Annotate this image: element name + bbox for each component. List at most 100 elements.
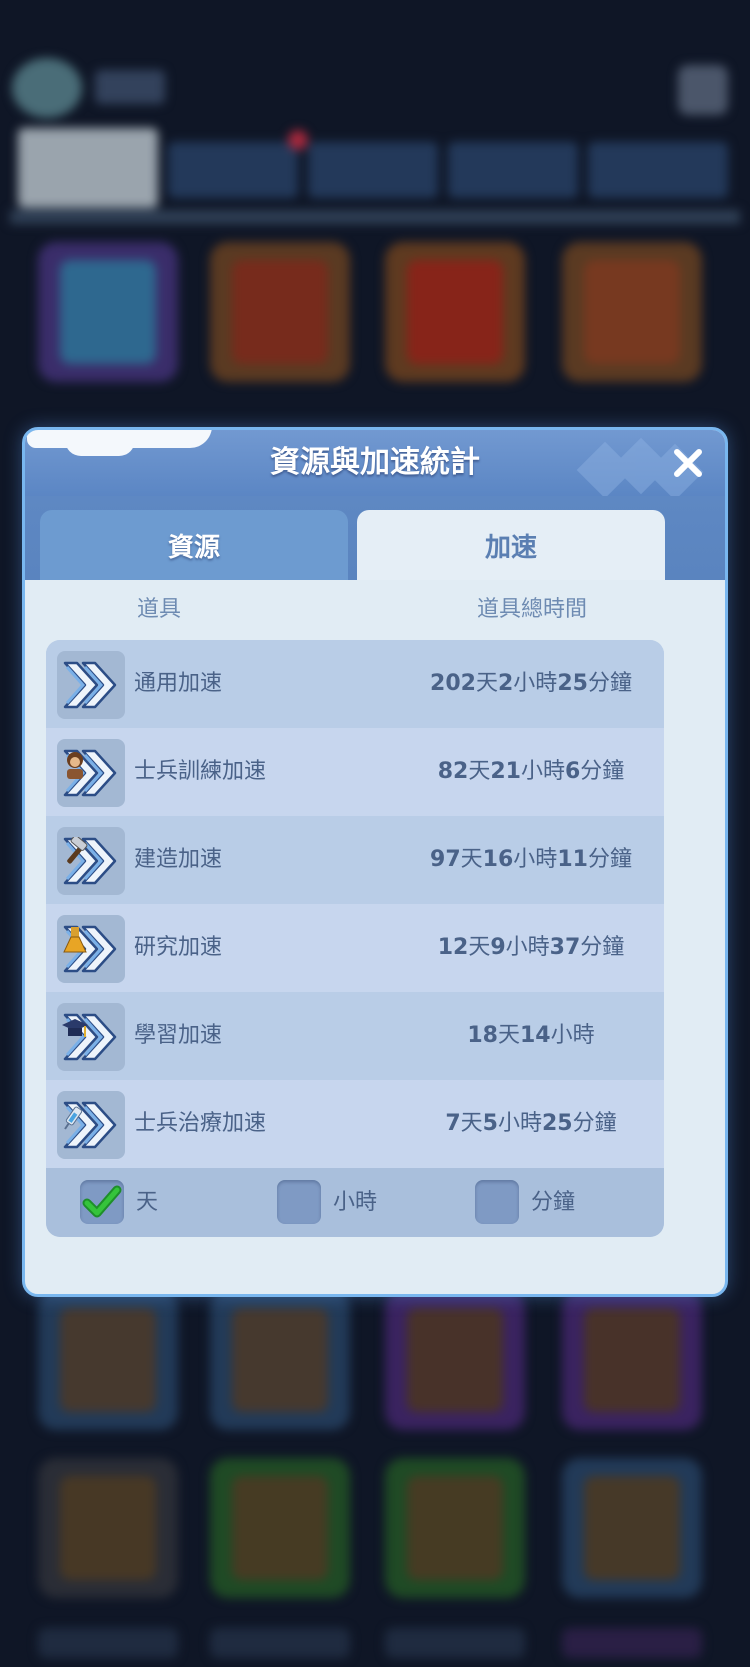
tab-speedups[interactable]: 加速 [357, 510, 665, 580]
time-value: 12 [437, 935, 469, 960]
time-unit: 分鐘 [580, 935, 625, 960]
background-card [210, 1458, 350, 1598]
background-avatar [12, 58, 82, 118]
time-unit: 小時 [513, 671, 558, 696]
background-card [38, 242, 178, 382]
time-unit: 小時 [550, 1023, 595, 1048]
time-unit: 小時 [497, 1111, 542, 1136]
time-value: 14 [520, 1023, 551, 1048]
background-card [562, 1458, 702, 1598]
speedup-stats-dialog: 資源與加速統計 資源 加速 道具 道具總時間 士兵治療加速 7天5小時25分鐘 學習… [22, 427, 728, 1297]
time-value: 7 [445, 1111, 461, 1136]
background-tabs [18, 128, 733, 218]
flask-icon [63, 927, 87, 953]
item-total-time: 7天5小時25分鐘 [366, 1080, 664, 1168]
speedup-item-icon [57, 1091, 125, 1159]
background-card [38, 1290, 178, 1430]
speedup-row: 學習加速 18天14小時 [46, 992, 664, 1080]
tab-bar: 資源 加速 [25, 496, 725, 580]
dialog-header: 資源與加速統計 [25, 430, 725, 501]
background-card [562, 1290, 702, 1430]
filter-label: 小時 [333, 1190, 378, 1215]
time-unit: 小時 [513, 847, 558, 872]
background-card [562, 242, 702, 382]
time-unit: 小時 [505, 935, 550, 960]
item-name: 研究加速 [134, 935, 223, 960]
time-unit: 天 [475, 671, 498, 696]
column-header-item: 道具 [137, 597, 182, 622]
item-name: 士兵治療加速 [134, 1111, 267, 1136]
close-button[interactable] [665, 440, 711, 486]
time-unit: 分鐘 [587, 847, 632, 872]
time-unit: 分鐘 [572, 1111, 617, 1136]
speedup-item-icon [57, 739, 125, 807]
item-total-time: 12天9小時37分鐘 [366, 904, 664, 992]
item-name: 建造加速 [134, 847, 223, 872]
time-unit: 天 [468, 759, 491, 784]
time-value: 9 [490, 935, 506, 960]
time-unit: 天 [468, 935, 491, 960]
filter-label: 分鐘 [531, 1190, 576, 1215]
item-name: 士兵訓練加速 [134, 759, 267, 784]
item-name: 通用加速 [134, 671, 223, 696]
time-unit: 天 [460, 1111, 483, 1136]
checkbox[interactable] [277, 1180, 321, 1224]
speedup-row: 士兵訓練加速 82天21小時6分鐘 [46, 728, 664, 816]
soldier-icon [67, 752, 83, 779]
item-name: 學習加速 [134, 1023, 223, 1048]
background-card [385, 1290, 525, 1430]
background-card [385, 242, 525, 382]
hammer-icon [67, 837, 88, 864]
time-value: 25 [542, 1111, 573, 1136]
close-icon [674, 449, 702, 477]
speedup-row: 士兵治療加速 7天5小時25分鐘 [46, 1080, 664, 1168]
item-total-time: 202天2小時25分鐘 [366, 640, 664, 728]
background-card [385, 1458, 525, 1598]
background-title [95, 70, 165, 104]
item-total-time: 18天14小時 [366, 992, 664, 1080]
checkmark-icon [82, 1185, 122, 1218]
item-total-time: 82天21小時6分鐘 [366, 728, 664, 816]
background-card [210, 242, 350, 382]
background-card [210, 1290, 350, 1430]
speedup-item-icon [57, 651, 125, 719]
background-divider [10, 210, 740, 224]
time-unit: 天 [497, 1023, 520, 1048]
time-value: 37 [549, 935, 581, 960]
item-total-time: 97天16小時11分鐘 [366, 816, 664, 904]
time-unit-filter: 天 小時 分鐘 [46, 1168, 664, 1237]
column-header-total-time: 道具總時間 [477, 597, 588, 622]
time-value: 25 [557, 671, 588, 696]
tab-resources[interactable]: 資源 [40, 510, 348, 580]
time-value: 2 [497, 671, 514, 696]
speedup-item-icon [57, 827, 125, 895]
speedup-list: 士兵治療加速 7天5小時25分鐘 學習加速 18天14小時 研究加速 12天9小時37分鐘… [46, 640, 664, 1237]
background-notification-dot [288, 130, 308, 150]
time-value: 6 [564, 759, 581, 784]
time-value: 5 [482, 1111, 498, 1136]
time-value: 202 [430, 671, 476, 696]
background-home-icon [678, 65, 728, 115]
checkbox[interactable] [475, 1180, 519, 1224]
speedup-item-icon [57, 1003, 125, 1071]
time-unit: 小時 [520, 759, 565, 784]
graduation-cap-icon [62, 1019, 88, 1037]
dialog-title: 資源與加速統計 [270, 445, 480, 480]
syringe-icon [64, 1106, 83, 1130]
time-value: 97 [430, 847, 461, 872]
time-unit: 分鐘 [587, 671, 632, 696]
time-unit: 分鐘 [580, 759, 625, 784]
checkbox[interactable] [80, 1180, 124, 1224]
time-unit: 天 [460, 847, 483, 872]
time-value: 16 [482, 847, 514, 872]
speedup-row: 通用加速 202天2小時25分鐘 [46, 640, 664, 728]
time-value: 82 [437, 759, 469, 784]
filter-label: 天 [136, 1190, 159, 1215]
time-value: 11 [557, 847, 588, 872]
background-card [38, 1458, 178, 1598]
time-value: 21 [490, 759, 521, 784]
speedup-row: 研究加速 12天9小時37分鐘 [46, 904, 664, 992]
speedup-row: 建造加速 97天16小時11分鐘 [46, 816, 664, 904]
speedup-item-icon [57, 915, 125, 983]
time-value: 18 [467, 1023, 498, 1048]
